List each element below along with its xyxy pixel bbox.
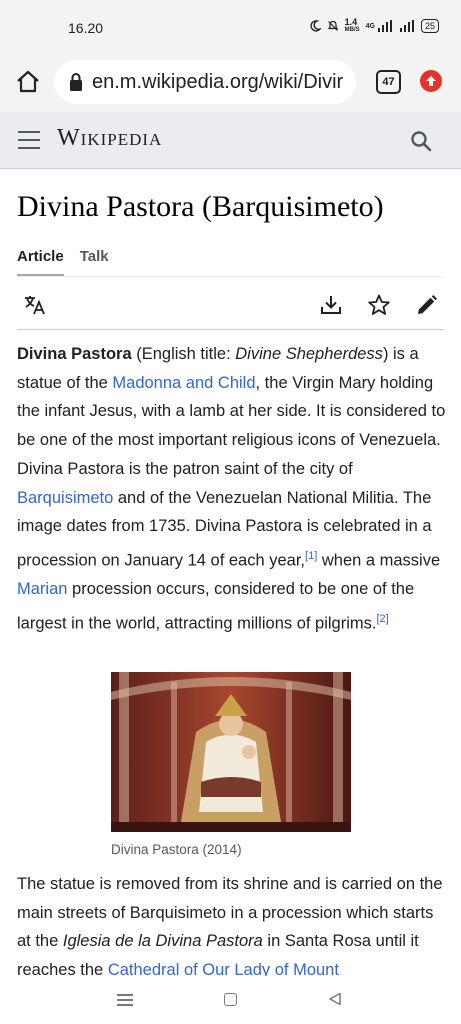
ref-link-2[interactable]: [2]: [376, 613, 388, 625]
ref-link-1[interactable]: [1]: [305, 550, 317, 562]
reference-1: [1]: [305, 547, 317, 562]
status-icons: 1.4 MB/S 4G 25: [309, 18, 439, 34]
lock-icon: [70, 73, 82, 91]
network-4g-label: 4G: [365, 22, 375, 30]
signal-icon: [377, 20, 392, 32]
link-madonna-and-child[interactable]: Madonna and Child: [112, 374, 255, 392]
link-marian[interactable]: Marian: [17, 580, 67, 598]
body-paragraph: The statue is removed from its shrine an…: [17, 870, 449, 985]
text: (English title:: [131, 345, 236, 363]
signal-icon-2: [399, 20, 414, 32]
home-square-icon[interactable]: [224, 993, 237, 1006]
back-triangle-icon[interactable]: [328, 992, 342, 1006]
text: procession occurs, considered to be one …: [17, 580, 415, 633]
star-icon[interactable]: [367, 293, 391, 317]
figure-caption: Divina Pastora (2014): [111, 842, 242, 857]
search-icon[interactable]: [410, 130, 432, 152]
page-actions: [17, 290, 444, 320]
url-text[interactable]: en.m.wikipedia.org/wiki/Divir: [92, 71, 343, 94]
tab-talk[interactable]: Talk: [80, 248, 109, 276]
extension-icon[interactable]: [420, 70, 442, 92]
italic-text: Divine Shepherdess: [235, 345, 383, 363]
wikipedia-header: Wikipedia: [0, 112, 461, 169]
tabs-divider: [17, 276, 444, 277]
italic-text: Iglesia de la Divina Pastora: [62, 932, 263, 951]
bold-subject: Divina Pastora: [17, 345, 132, 363]
status-time: 16.20: [68, 20, 104, 36]
moon-icon: [310, 20, 321, 32]
intro-paragraph: Divina Pastora (English title: Divine Sh…: [17, 340, 449, 638]
net-speed-unit: MB/S: [344, 27, 360, 33]
page-title: Divina Pastora (Barquisimeto): [17, 190, 384, 223]
address-bar[interactable]: en.m.wikipedia.org/wiki/Divir: [54, 60, 356, 104]
tab-article[interactable]: Article: [17, 248, 64, 276]
menu-icon[interactable]: [18, 131, 40, 149]
home-icon[interactable]: [14, 68, 42, 96]
status-bar: 16.20 1.4 MB/S 4G 25: [0, 0, 461, 56]
text: when a massive: [317, 551, 441, 570]
system-navigation-bar: [0, 976, 461, 1024]
namespace-tabs: Article Talk: [17, 248, 109, 276]
mute-icon: [327, 20, 338, 31]
reference-2: [2]: [376, 610, 388, 625]
actions-divider: [17, 329, 444, 330]
net-speed: 1.4 MB/S: [345, 18, 360, 34]
link-barquisimeto[interactable]: Barquisimeto: [17, 489, 113, 507]
net-speed-value: 1.4: [344, 17, 358, 27]
edit-pencil-icon[interactable]: [415, 293, 439, 317]
language-icon[interactable]: [23, 293, 47, 317]
browser-toolbar: en.m.wikipedia.org/wiki/Divir 47: [0, 56, 461, 112]
statue-image[interactable]: [111, 672, 351, 832]
battery-icon: 25: [420, 19, 439, 33]
wikipedia-logo[interactable]: Wikipedia: [57, 125, 162, 152]
tab-switcher-button[interactable]: 47: [376, 70, 401, 94]
recents-menu-icon[interactable]: [117, 994, 133, 1006]
download-icon[interactable]: [319, 293, 343, 317]
